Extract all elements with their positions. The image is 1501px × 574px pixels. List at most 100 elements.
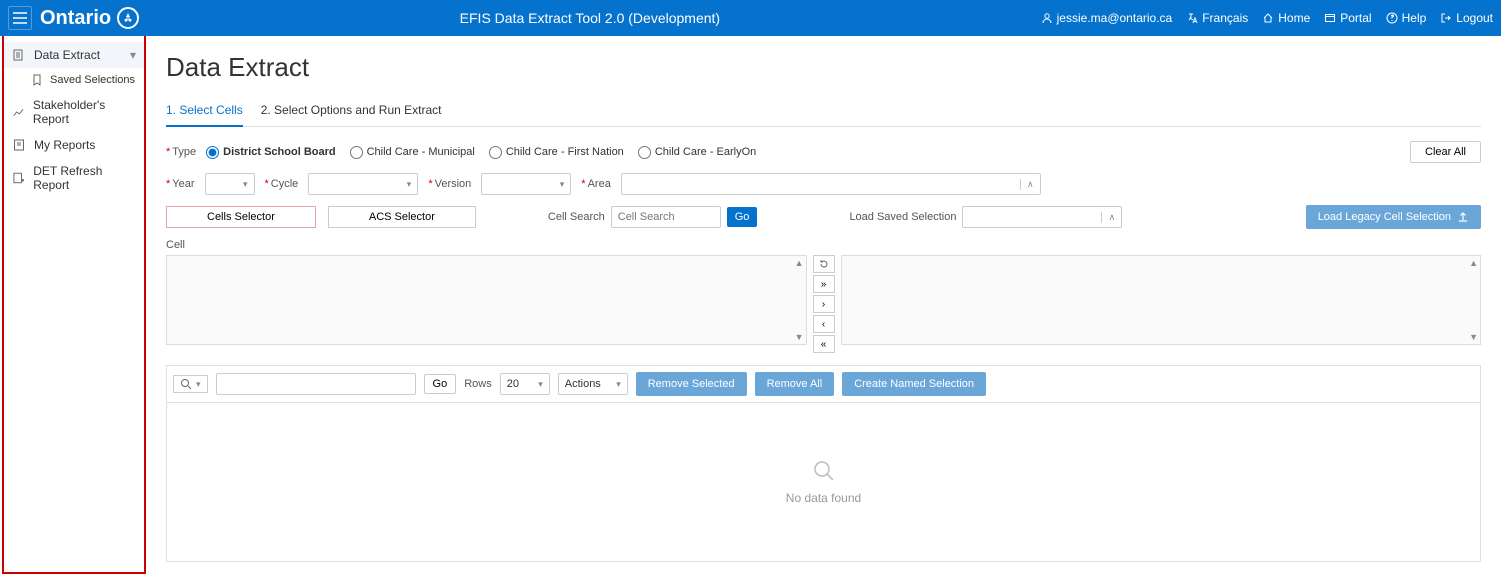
sidebar-item-label: DET Refresh Report <box>33 164 136 192</box>
clear-all-button[interactable]: Clear All <box>1410 141 1481 163</box>
sidebar: Data Extract ▾ Saved Selections Stakehol… <box>2 36 146 574</box>
grid-toolbar: ▾ Go Rows 20 Actions Remove Selected Rem… <box>166 365 1481 402</box>
sidebar-item-data-extract[interactable]: Data Extract ▾ <box>4 42 144 68</box>
help-label: Help <box>1402 11 1427 25</box>
cell-section-label: Cell <box>166 239 1481 251</box>
main-content: Data Extract 1. Select Cells 2. Select O… <box>146 36 1501 574</box>
page-title: Data Extract <box>166 52 1481 83</box>
menu-toggle[interactable] <box>8 6 32 30</box>
grid-go-button[interactable]: Go <box>424 374 457 394</box>
year-select[interactable] <box>205 173 255 195</box>
move-all-right-button[interactable]: » <box>813 275 835 293</box>
cell-search-label: Cell Search <box>548 211 605 223</box>
portal-icon <box>1324 12 1336 24</box>
area-select[interactable]: ∧ <box>621 173 1041 195</box>
wizard-tabs: 1. Select Cells 2. Select Options and Ru… <box>166 99 1481 127</box>
search-icon <box>180 378 192 390</box>
load-saved-select[interactable]: ∧ <box>962 206 1122 228</box>
sidebar-item-saved-selections[interactable]: Saved Selections <box>4 68 144 92</box>
grid-search-input[interactable] <box>216 373 416 395</box>
cycle-select[interactable] <box>308 173 418 195</box>
criteria-row: *Year *Cycle *Version *Area ∧ <box>166 173 1481 195</box>
lang-link[interactable]: Français <box>1186 11 1248 25</box>
scroll-down-icon[interactable]: ▼ <box>1469 332 1478 342</box>
selected-cells-panel[interactable]: ▲ ▼ <box>841 255 1482 345</box>
scroll-up-icon[interactable]: ▲ <box>1469 258 1478 268</box>
actions-menu[interactable]: Actions <box>558 373 628 395</box>
cycle-label: *Cycle <box>265 178 299 190</box>
user-email: jessie.ma@ontario.ca <box>1057 11 1173 25</box>
load-saved-group: Load Saved Selection ∧ <box>849 206 1122 228</box>
chevron-down-icon: ▾ <box>130 48 136 62</box>
cell-shuttle: ▲ ▼ » › ‹ « ▲ ▼ <box>166 255 1481 353</box>
language-icon <box>1186 12 1198 24</box>
scroll-up-icon[interactable]: ▲ <box>795 258 804 268</box>
chevron-down-icon: ▾ <box>196 379 201 390</box>
portal-link[interactable]: Portal <box>1324 11 1371 25</box>
user-icon <box>1041 12 1053 24</box>
logout-link[interactable]: Logout <box>1440 11 1493 25</box>
radio-child-care-earlyon[interactable]: Child Care - EarlyOn <box>638 146 756 159</box>
radio-district-school-board[interactable]: District School Board <box>206 146 335 159</box>
tab-select-options[interactable]: 2. Select Options and Run Extract <box>261 99 442 126</box>
radio-child-care-municipal[interactable]: Child Care - Municipal <box>350 146 475 159</box>
brand: Ontario <box>40 7 139 30</box>
no-data-message: No data found <box>786 491 861 505</box>
app-header: Ontario EFIS Data Extract Tool 2.0 (Deve… <box>0 0 1501 36</box>
type-label: *Type <box>166 146 196 158</box>
load-saved-label: Load Saved Selection <box>849 211 956 223</box>
lang-label: Français <box>1202 11 1248 25</box>
cells-selector-button[interactable]: Cells Selector <box>166 206 316 228</box>
move-all-left-button[interactable]: « <box>813 335 835 353</box>
available-cells-panel[interactable]: ▲ ▼ <box>166 255 807 345</box>
app-title: EFIS Data Extract Tool 2.0 (Development) <box>139 10 1041 26</box>
grid-search-dropdown[interactable]: ▾ <box>173 375 208 393</box>
version-select[interactable] <box>481 173 571 195</box>
tab-select-cells[interactable]: 1. Select Cells <box>166 99 243 127</box>
home-link[interactable]: Home <box>1262 11 1310 25</box>
logout-label: Logout <box>1456 11 1493 25</box>
ontario-trillium-icon <box>117 7 139 29</box>
version-label: *Version <box>428 178 471 190</box>
cell-search-input[interactable] <box>611 206 721 228</box>
reset-button[interactable] <box>813 255 835 273</box>
search-icon <box>812 459 836 483</box>
bookmark-icon <box>32 74 42 86</box>
chart-icon <box>12 105 25 119</box>
create-named-selection-button[interactable]: Create Named Selection <box>842 372 986 396</box>
rows-select[interactable]: 20 <box>500 373 550 395</box>
remove-selected-button[interactable]: Remove Selected <box>636 372 747 396</box>
sidebar-item-label: Data Extract <box>34 48 100 62</box>
radio-child-care-first-nation[interactable]: Child Care - First Nation <box>489 146 624 159</box>
year-label: *Year <box>166 178 195 190</box>
move-left-button[interactable]: ‹ <box>813 315 835 333</box>
sidebar-item-label: Saved Selections <box>50 74 135 86</box>
selectors-row: Cells Selector ACS Selector Cell Search … <box>166 205 1481 229</box>
remove-all-button[interactable]: Remove All <box>755 372 835 396</box>
portal-label: Portal <box>1340 11 1371 25</box>
user-link[interactable]: jessie.ma@ontario.ca <box>1041 11 1173 25</box>
home-label: Home <box>1278 11 1310 25</box>
move-right-button[interactable]: › <box>813 295 835 313</box>
acs-selector-button[interactable]: ACS Selector <box>328 206 476 228</box>
rows-label: Rows <box>464 378 492 390</box>
sidebar-item-label: Stakeholder's Report <box>33 98 136 126</box>
report-icon <box>12 138 26 152</box>
logout-icon <box>1440 12 1452 24</box>
shuttle-buttons: » › ‹ « <box>813 255 835 353</box>
reset-icon <box>819 259 829 269</box>
brand-text: Ontario <box>40 7 111 30</box>
sidebar-item-my-reports[interactable]: My Reports <box>4 132 144 158</box>
scroll-down-icon[interactable]: ▼ <box>795 332 804 342</box>
upload-icon <box>1457 211 1469 223</box>
area-label: *Area <box>581 178 611 190</box>
grid-empty-state: No data found <box>166 402 1481 562</box>
sidebar-item-stakeholders-report[interactable]: Stakeholder's Report <box>4 92 144 132</box>
help-link[interactable]: Help <box>1386 11 1427 25</box>
cell-search-group: Cell Search Go <box>548 206 758 228</box>
cell-search-go-button[interactable]: Go <box>727 207 758 227</box>
hamburger-icon <box>13 12 27 24</box>
type-radio-group: District School Board Child Care - Munic… <box>206 146 756 159</box>
load-legacy-button[interactable]: Load Legacy Cell Selection <box>1306 205 1481 229</box>
sidebar-item-det-refresh-report[interactable]: DET Refresh Report <box>4 158 144 198</box>
